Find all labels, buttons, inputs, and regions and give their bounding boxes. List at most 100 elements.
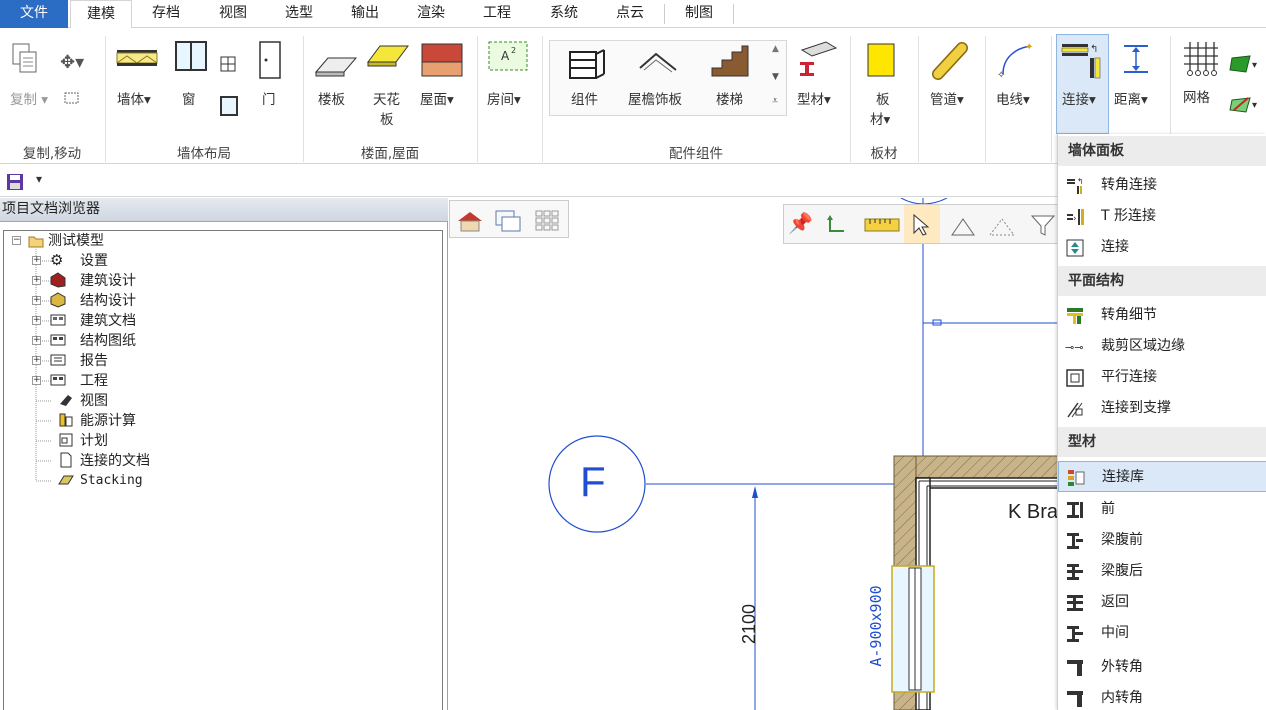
wire-icon: ✦✧ xyxy=(997,42,1033,81)
menu-item-connect-to-support[interactable]: 连接到支撑 xyxy=(1058,393,1266,424)
terrain-edit-button[interactable]: ▾ xyxy=(1228,94,1264,120)
rotate-icon[interactable] xyxy=(824,213,850,239)
pin-icon[interactable]: 📌 xyxy=(788,211,813,235)
stair-button[interactable] xyxy=(708,44,752,84)
menu-item-clip-edge[interactable]: ⊸⊸ 裁剪区域边缘 xyxy=(1058,331,1266,362)
tab-select[interactable]: 选型 xyxy=(268,0,330,28)
tree-item-settings[interactable]: 设置 xyxy=(80,251,108,271)
menu-item-front[interactable]: 前 xyxy=(1058,494,1266,525)
gallery-up-icon[interactable]: ▲ xyxy=(772,44,779,54)
energy-calc-icon xyxy=(59,413,73,427)
tab-render[interactable]: 渲染 xyxy=(400,0,462,28)
menu-item-outer-corner[interactable]: 外转角 xyxy=(1058,652,1266,683)
tree-item-stacking[interactable]: Stacking xyxy=(80,471,143,491)
select-tool[interactable] xyxy=(904,205,940,243)
roof-icon xyxy=(421,43,463,77)
window-grid-button[interactable] xyxy=(218,54,238,78)
tree-root[interactable]: 测试模型 xyxy=(48,231,104,251)
triangle-icon[interactable] xyxy=(950,215,976,237)
tab-drafting[interactable]: 制图 xyxy=(668,0,730,28)
expand-icon[interactable]: + xyxy=(32,376,41,385)
tab-pointcloud[interactable]: 点云 xyxy=(599,0,661,28)
tab-project[interactable]: 工程 xyxy=(466,0,528,28)
section-wall-panels: 墙体面板 xyxy=(1058,136,1266,166)
component-button[interactable] xyxy=(566,46,606,86)
tab-output[interactable]: 输出 xyxy=(334,0,396,28)
expand-icon[interactable]: + xyxy=(32,296,41,305)
window-button[interactable] xyxy=(174,40,208,78)
expand-icon[interactable]: + xyxy=(32,356,41,365)
room-button[interactable]: A2 xyxy=(487,40,529,78)
stair-icon xyxy=(711,45,749,77)
tab-file[interactable]: 文件 xyxy=(0,0,68,28)
menu-item-connection-library[interactable]: 连接库 xyxy=(1058,461,1266,492)
tree-item-arch-design[interactable]: 建筑设计 xyxy=(80,271,136,291)
tab-modeling[interactable]: 建模 xyxy=(70,0,132,29)
panel-button[interactable] xyxy=(866,42,898,82)
filter-icon[interactable] xyxy=(1030,213,1056,237)
t-joint-icon: › xyxy=(1067,209,1084,225)
svg-text:↰: ↰ xyxy=(1090,44,1098,55)
menu-item-corner-detail[interactable]: 转角细节 xyxy=(1058,300,1266,331)
tree-item-energy[interactable]: 能源计算 xyxy=(80,411,136,431)
wall-button[interactable] xyxy=(115,44,159,78)
menu-item-return[interactable]: 返回 xyxy=(1058,587,1266,618)
roof-button[interactable] xyxy=(420,42,464,82)
window-frame-button[interactable] xyxy=(218,94,240,120)
tab-archive[interactable]: 存档 xyxy=(135,0,197,28)
expand-icon[interactable]: + xyxy=(32,256,41,265)
move-icon[interactable]: ✥▾ xyxy=(60,52,84,73)
menu-item-connect[interactable]: 连接 xyxy=(1058,232,1266,263)
menu-item-inner-corner[interactable]: 内转角 xyxy=(1058,683,1266,710)
distance-icon xyxy=(1124,45,1148,73)
component-label: 组件 xyxy=(571,92,598,108)
tree-collapse-icon[interactable]: − xyxy=(12,236,21,245)
measure-icon[interactable] xyxy=(864,217,900,233)
grid-bubble-label: F xyxy=(580,458,606,505)
tab-system[interactable]: 系统 xyxy=(533,0,595,28)
dashed-triangle-icon[interactable] xyxy=(988,215,1016,237)
gallery-more-icon[interactable]: ⩡ xyxy=(772,94,778,108)
slab-button[interactable] xyxy=(314,50,358,82)
tree-item-arch-doc[interactable]: 建筑文档 xyxy=(80,311,136,331)
profile-button[interactable] xyxy=(796,40,838,84)
customize-qat-icon[interactable]: ▾ xyxy=(36,172,42,186)
tab-view[interactable]: 视图 xyxy=(202,0,264,28)
ceiling-label-1: 天花 xyxy=(373,92,400,108)
expand-icon[interactable]: + xyxy=(32,276,41,285)
menu-item-web-front[interactable]: 梁腹前 xyxy=(1058,525,1266,556)
expand-icon[interactable]: + xyxy=(32,316,41,325)
terrain-button[interactable]: ▾ xyxy=(1228,54,1264,80)
project-browser: 项目文档浏览器 − 测试模型 + ⚙ 设置 + 建筑设计 + 结构设计 + 建筑… xyxy=(0,198,448,710)
copy-button[interactable] xyxy=(10,42,52,80)
roof-label: 屋面▾ xyxy=(420,92,454,108)
window-icon xyxy=(175,41,207,71)
tree-item-linked-docs[interactable]: 连接的文档 xyxy=(80,451,150,471)
section-profiles: 型材 xyxy=(1058,427,1266,457)
menu-item-middle[interactable]: 中间 xyxy=(1058,618,1266,649)
mirror-icon[interactable] xyxy=(62,90,82,110)
gallery-down-icon[interactable]: ▼ xyxy=(772,72,779,82)
distance-button[interactable] xyxy=(1118,42,1154,82)
pipe-button[interactable] xyxy=(930,42,970,84)
door-button[interactable] xyxy=(256,40,284,84)
tree-item-schedule[interactable]: 计划 xyxy=(80,431,108,451)
menu-item-parallel-joint[interactable]: 平行连接 xyxy=(1058,362,1266,393)
menu-item-web-back[interactable]: 梁腹后 xyxy=(1058,556,1266,587)
menu-item-corner-joint[interactable]: ↰ 转角连接 xyxy=(1058,170,1266,201)
ceiling-button[interactable] xyxy=(366,42,410,74)
wire-button[interactable]: ✦ ✧ xyxy=(995,40,1037,84)
eave-button[interactable] xyxy=(636,48,680,82)
tree-item-report[interactable]: 报告 xyxy=(80,351,108,371)
save-icon[interactable] xyxy=(6,173,24,191)
expand-icon[interactable]: + xyxy=(32,336,41,345)
tree-item-struct-drawing[interactable]: 结构图纸 xyxy=(80,331,136,351)
tree-item-struct-design[interactable]: 结构设计 xyxy=(80,291,136,311)
tree-item-project[interactable]: 工程 xyxy=(80,371,108,391)
grid-button[interactable] xyxy=(1182,40,1220,82)
front-profile-icon xyxy=(1067,502,1083,518)
outer-corner-icon xyxy=(1067,660,1083,676)
tree-item-view[interactable]: 视图 xyxy=(80,391,108,411)
svg-text:▾: ▾ xyxy=(1252,60,1257,71)
menu-item-t-joint[interactable]: › T 形连接 xyxy=(1058,201,1266,232)
